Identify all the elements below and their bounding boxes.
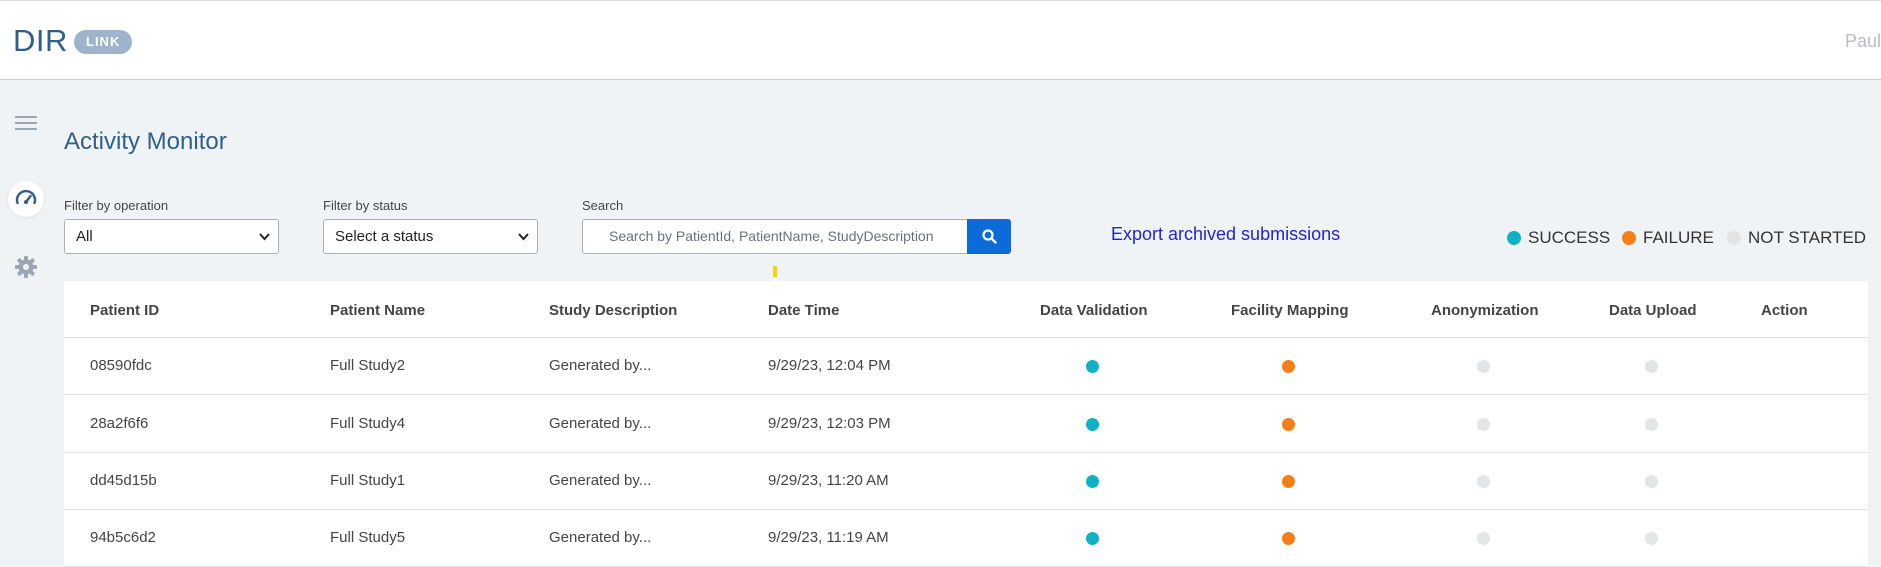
cell-date-time: 9/29/23, 11:19 AM <box>768 529 889 546</box>
search-label: Search <box>582 198 624 213</box>
status-dot-failure <box>1282 360 1295 373</box>
chevron-down-icon <box>518 233 529 241</box>
loading-marker <box>773 266 777 277</box>
operation-filter-value: All <box>76 228 93 245</box>
cell-date-time: 9/29/23, 12:03 PM <box>768 415 891 432</box>
cell-patient-name: Full Study2 <box>330 357 406 374</box>
status-dot-success <box>1086 532 1099 545</box>
table-row[interactable]: 28a2f6f6 Full Study4 Generated by... 9/2… <box>64 396 1868 453</box>
status-dot-success <box>1086 475 1099 488</box>
column-data-validation[interactable]: Data Validation <box>1040 302 1148 319</box>
legend-not-started-label: NOT STARTED <box>1748 228 1867 247</box>
legend-success: SUCCESS <box>1507 228 1610 248</box>
status-dot-success <box>1086 360 1099 373</box>
legend-success-label: SUCCESS <box>1528 228 1611 247</box>
cell-study-description: Generated by... <box>549 357 652 374</box>
activity-table: Patient ID Patient Name Study Descriptio… <box>64 281 1868 567</box>
status-dot-not-started <box>1477 532 1490 545</box>
cell-patient-name: Full Study4 <box>330 415 406 432</box>
menu-icon <box>15 116 37 130</box>
cell-patient-id: 28a2f6f6 <box>90 415 149 432</box>
status-dot-failure <box>1282 418 1295 431</box>
gear-icon <box>15 256 37 278</box>
menu-toggle-button[interactable] <box>8 105 44 141</box>
link-badge: LINK <box>74 30 133 54</box>
cell-patient-name: Full Study1 <box>330 472 406 489</box>
chevron-down-icon <box>259 233 270 241</box>
cell-patient-id: 08590fdc <box>90 357 152 374</box>
status-filter-select[interactable]: Select a status <box>323 219 538 254</box>
status-dot-not-started <box>1477 418 1490 431</box>
column-patient-name[interactable]: Patient Name <box>330 302 425 319</box>
export-archived-link[interactable]: Export archived submissions <box>1111 224 1340 245</box>
cell-study-description: Generated by... <box>549 472 652 489</box>
status-dot-success <box>1086 418 1099 431</box>
search-icon <box>981 229 997 244</box>
cell-patient-id: 94b5c6d2 <box>90 529 156 546</box>
cell-study-description: Generated by... <box>549 529 652 546</box>
column-data-upload[interactable]: Data Upload <box>1609 302 1697 319</box>
status-filter-label: Filter by status <box>323 198 408 213</box>
column-facility-mapping[interactable]: Facility Mapping <box>1231 302 1349 319</box>
operation-filter-select[interactable]: All <box>64 219 279 254</box>
legend-failure: FAILURE <box>1622 228 1714 248</box>
cell-patient-id: dd45d15b <box>90 472 157 489</box>
operation-filter-label: Filter by operation <box>64 198 169 213</box>
app-logo[interactable]: DIR <box>13 23 68 59</box>
status-dot-failure <box>1282 475 1295 488</box>
failure-dot <box>1622 231 1636 245</box>
status-dot-failure <box>1282 532 1295 545</box>
top-bar: DIR LINK Paul <box>0 0 1881 80</box>
status-dot-not-started <box>1645 532 1658 545</box>
page-title: Activity Monitor <box>64 128 227 155</box>
cell-date-time: 9/29/23, 12:04 PM <box>768 357 891 374</box>
legend-not-started: NOT STARTED <box>1727 228 1866 248</box>
table-row[interactable]: dd45d15b Full Study1 Generated by... 9/2… <box>64 453 1868 510</box>
status-dot-not-started <box>1477 475 1490 488</box>
column-date-time[interactable]: Date Time <box>768 302 839 319</box>
status-dot-not-started <box>1645 418 1658 431</box>
status-dot-not-started <box>1477 360 1490 373</box>
column-patient-id[interactable]: Patient ID <box>90 302 159 319</box>
column-action: Action <box>1761 302 1808 319</box>
not-started-dot <box>1727 231 1741 245</box>
status-dot-not-started <box>1645 360 1658 373</box>
column-anonymization[interactable]: Anonymization <box>1431 302 1539 319</box>
user-name[interactable]: Paul <box>1845 31 1881 52</box>
table-row[interactable]: 94b5c6d2 Full Study5 Generated by... 9/2… <box>64 510 1868 567</box>
sidebar-item-dashboard[interactable] <box>8 181 44 217</box>
table-row[interactable]: 08590fdc Full Study2 Generated by... 9/2… <box>64 338 1868 395</box>
table-header: Patient ID Patient Name Study Descriptio… <box>64 281 1868 338</box>
column-study-description[interactable]: Study Description <box>549 302 677 319</box>
sidebar <box>0 81 52 567</box>
cell-date-time: 9/29/23, 11:20 AM <box>768 472 889 489</box>
search-button[interactable] <box>967 219 1011 254</box>
dashboard-gauge-icon <box>15 189 37 205</box>
cell-patient-name: Full Study5 <box>330 529 406 546</box>
status-dot-not-started <box>1645 475 1658 488</box>
success-dot <box>1507 231 1521 245</box>
legend-failure-label: FAILURE <box>1643 228 1714 247</box>
sidebar-item-settings[interactable] <box>8 249 44 285</box>
status-filter-value: Select a status <box>335 228 434 245</box>
cell-study-description: Generated by... <box>549 415 652 432</box>
search-input[interactable]: Search by PatientId, PatientName, StudyD… <box>582 219 968 254</box>
